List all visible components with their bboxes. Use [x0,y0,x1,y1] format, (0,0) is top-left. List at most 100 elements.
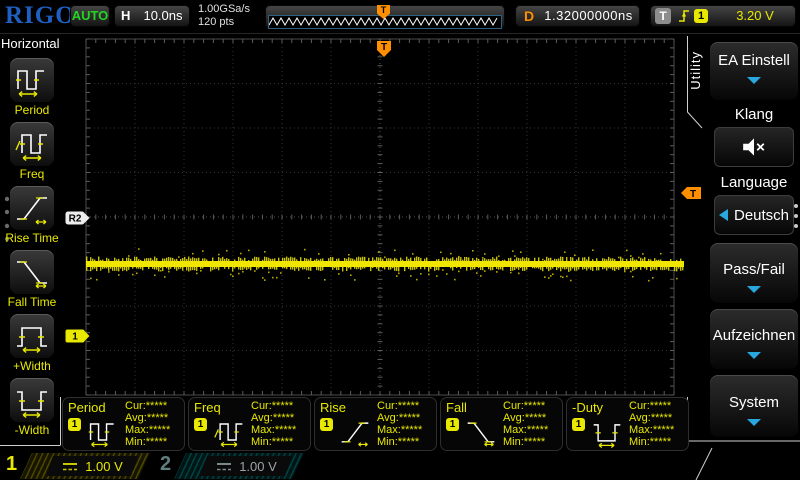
measurement-duty: -Duty 1 Cur:***** Avg:***** Max:***** Mi… [566,397,689,451]
sample-rate: 1.00GSa/s [198,3,250,16]
trigger-info: T 1 3.20 V [650,5,796,27]
channel-2-scale-box: 1.00 V [200,456,292,476]
language-value: Deutsch [734,207,789,224]
trigger-position-marker[interactable]: T [377,41,391,57]
freq-icon [210,416,248,448]
measure-item-fall-time[interactable] [10,250,54,294]
trigger-delay: D 1.32000000ns [515,5,640,27]
measurement-period-values: Cur:***** Avg:***** Max:***** Min:***** [125,400,170,448]
channel-2-scale: 1.00 V [239,459,277,474]
channel-1-number: 1 [6,453,17,476]
channel-1-scale-box: 1.00 V [46,456,138,476]
rising-edge-icon [677,8,691,24]
measure-item-plus-width[interactable] [10,314,54,358]
rise-time-icon [336,416,374,448]
measurement-duty-name: -Duty [572,400,603,415]
measure-item-rise-time-label: Rise Time [0,231,64,245]
menu-button-aufzeichnen[interactable]: Aufzeichnen [710,309,798,369]
language-select[interactable]: Deutsch [714,195,794,235]
left-menu-title: Horizontal [1,36,60,51]
grid [86,39,674,395]
channel-badge: 1 [572,418,585,431]
dc-coupling-icon [215,461,233,472]
acquisition-info: 1.00GSa/s 120 pts [198,3,250,29]
horizontal-measure-menu: Horizontal Period Freq Rise Time Fall Ti… [0,33,64,397]
menu-button-klang[interactable]: Klang [710,106,798,167]
channel-2-status[interactable]: 1.00 V [174,453,304,479]
measurement-rise: Rise 1 Cur:***** Avg:***** Max:***** Min… [314,397,437,451]
minus-duty-icon [588,416,626,448]
measurement-freq-name: Freq [194,400,221,415]
chevron-down-icon [747,77,761,84]
measure-item-freq-label: Freq [0,167,64,181]
waveform-preview-bar[interactable]: T [265,5,505,29]
measure-item-period[interactable] [10,58,54,102]
menu-button-pass-fail-label: Pass/Fail [710,261,798,278]
utility-menu: Utility EA Einstell Klang Language Deuts… [684,33,800,445]
chevron-down-icon [747,286,761,293]
chevron-down-icon [747,352,761,359]
measurement-freq-values: Cur:***** Avg:***** Max:***** Min:***** [251,400,296,448]
measurement-period: Period 1 Cur:***** Avg:***** Max:***** M… [62,397,185,451]
measure-item-plus-width-label: +Width [0,359,64,373]
trigger-status-badge: AUTO [70,5,110,27]
chevron-left-icon [719,209,728,221]
channel-badge: 1 [320,418,333,431]
measure-item-period-label: Period [0,103,64,117]
menu-button-pass-fail[interactable]: Pass/Fail [710,243,798,303]
rise-time-icon [14,190,50,226]
channel-1-scale: 1.00 V [85,459,123,474]
measure-item-minus-width-label: -Width [0,423,64,437]
channel-2-number: 2 [160,453,171,476]
speaker-mute-icon [741,136,767,158]
oscilloscope-screen: TTR21 RIGOL AUTO H 10.0ns 1.00GSa/s 120 … [0,0,800,480]
menu-button-language-label: Language [721,174,788,191]
timebase-value: 10.0ns [140,5,186,27]
menu-button-ea-einstell[interactable]: EA Einstell [710,42,798,100]
minus-width-icon [14,382,50,418]
measurement-duty-values: Cur:***** Avg:***** Max:***** Min:***** [629,400,674,448]
measurement-fall: Fall 1 Cur:***** Avg:***** Max:***** Min… [440,397,563,451]
fall-time-icon [14,254,50,290]
sound-toggle-button[interactable] [714,127,794,167]
measurement-results-bar: Period 1 Cur:***** Avg:***** Max:***** M… [0,396,800,452]
trigger-source-badge: 1 [694,9,708,23]
channel-badge: 1 [194,418,207,431]
delay-label: D [524,5,534,27]
measurement-fall-name: Fall [446,400,467,415]
measurement-rise-values: Cur:***** Avg:***** Max:***** Min:***** [377,400,422,448]
measurement-fall-values: Cur:***** Avg:***** Max:***** Min:***** [503,400,548,448]
measure-item-minus-width[interactable] [10,378,54,422]
period-icon [84,416,122,448]
svg-text:1: 1 [72,332,78,343]
measurement-period-name: Period [68,400,106,415]
ch1-trace [86,248,684,281]
horizontal-label: H [121,5,130,27]
measurement-rise-name: Rise [320,400,346,415]
menu-button-system[interactable]: System [710,375,798,437]
channel-badge: 1 [446,418,459,431]
memory-depth: 120 pts [198,16,250,29]
menu-button-aufzeichnen-label: Aufzeichnen [710,327,798,344]
menu-button-system-label: System [710,394,798,411]
measure-item-fall-time-label: Fall Time [0,295,64,309]
chevron-down-icon [747,419,761,426]
menu-button-ea-einstell-label: EA Einstell [710,52,798,69]
measure-item-freq[interactable] [10,122,54,166]
menu-button-language[interactable]: Language Deutsch [710,174,798,235]
trigger-level-value: 3.20 V [722,5,788,27]
measure-item-rise-time[interactable] [10,186,54,230]
svg-text:R2: R2 [69,214,82,225]
period-icon [14,62,50,98]
channel-badge: 1 [68,418,81,431]
plus-width-icon [14,318,50,354]
freq-icon [14,126,50,162]
svg-text:T: T [381,42,387,53]
channel-1-status[interactable]: 1.00 V [20,453,150,479]
delay-value: 1.32000000ns [541,5,636,27]
menu-button-klang-label: Klang [735,106,773,123]
trigger-label: T [655,8,671,24]
channel-status-bar: 1 1.00 V 2 1.00 V [0,452,800,480]
horizontal-timebase: H 10.0ns [114,5,190,27]
measurement-freq: Freq 1 Cur:***** Avg:***** Max:***** Min… [188,397,311,451]
